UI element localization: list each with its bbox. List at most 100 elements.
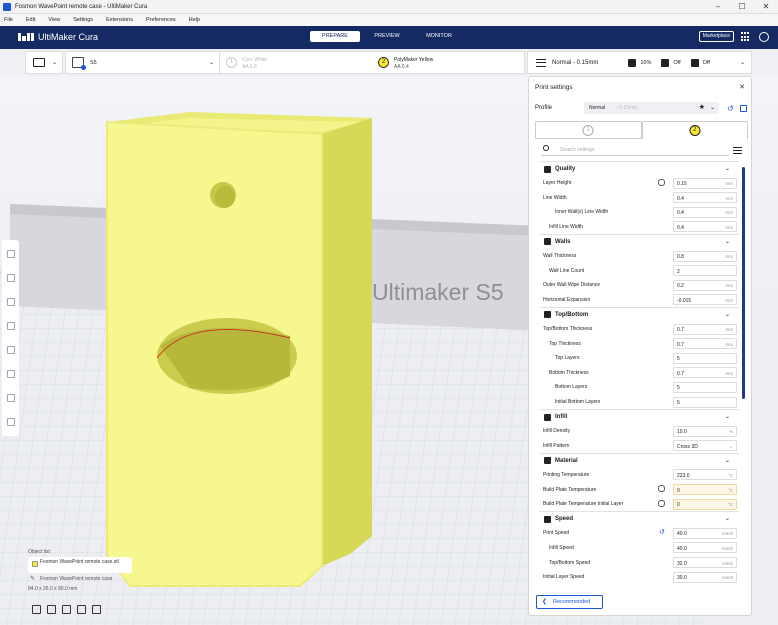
object-list-header[interactable]: Object list bbox=[28, 549, 132, 555]
setting-unit: mm/s bbox=[722, 531, 733, 537]
recommended-button[interactable]: Recommended bbox=[536, 595, 603, 609]
setting-field[interactable]: 0.8 mm bbox=[673, 250, 737, 262]
extruder-2[interactable]: 2 PolyMaker Yellow AA 0.4 bbox=[372, 52, 524, 73]
category-top-bottom[interactable]: Top/Bottom ⌄ bbox=[539, 306, 739, 322]
printer-icon bbox=[72, 57, 86, 70]
print-settings-toggle[interactable]: Normal - 0.15mm 10% Off Off ⌄ bbox=[527, 51, 752, 74]
setting-label: Build Plate Temperature bbox=[543, 486, 597, 493]
setting-row: Infill Pattern Cross 3D ⌄ bbox=[539, 438, 739, 453]
setting-value: 0.15 bbox=[677, 181, 687, 188]
setting-row: Top Thickness 0.7 mm bbox=[539, 336, 739, 351]
printer-selector[interactable]: S5 ⌄ bbox=[65, 51, 220, 74]
setting-field[interactable]: 5 bbox=[673, 396, 737, 408]
close-icon[interactable]: ✕ bbox=[754, 0, 778, 14]
setting-field[interactable]: 0.4 mm bbox=[673, 206, 737, 218]
category-infill[interactable]: Infill ⌄ bbox=[539, 409, 739, 424]
adhesion-icon bbox=[690, 58, 699, 67]
tab-preview[interactable]: PREVIEW bbox=[362, 31, 412, 42]
setting-unit: mm bbox=[725, 283, 734, 289]
setting-row: Bottom Thickness 0.7 mm bbox=[539, 365, 739, 380]
move-tool-icon[interactable] bbox=[2, 242, 19, 266]
setting-field[interactable]: 0.2 mm bbox=[673, 279, 737, 291]
setting-field[interactable]: Cross 3D ⌄ bbox=[673, 440, 737, 452]
top-bottom-icon bbox=[544, 311, 551, 319]
setting-field[interactable]: 5 bbox=[673, 352, 737, 364]
menu-extensions[interactable]: Extensions bbox=[106, 17, 133, 23]
object-list-item[interactable]: Fosmon WavePoint remote case.stl bbox=[28, 557, 132, 573]
apps-grid-icon[interactable] bbox=[741, 32, 751, 42]
setting-label: Bottom Thickness bbox=[549, 369, 589, 376]
category-walls[interactable]: Walls ⌄ bbox=[539, 233, 739, 249]
setting-field[interactable]: 40.0 mm/s bbox=[673, 542, 737, 554]
setting-field[interactable]: 0.7 mm bbox=[673, 367, 737, 379]
setting-field[interactable]: 0.4 mm bbox=[673, 192, 737, 204]
category-speed[interactable]: Speed ⌄ bbox=[539, 511, 739, 526]
seam-tool-icon[interactable] bbox=[2, 410, 19, 434]
setting-field[interactable]: 223.0 °C bbox=[673, 469, 737, 481]
settings-menu-icon[interactable] bbox=[733, 147, 742, 154]
setting-field[interactable]: 0.7 mm bbox=[673, 323, 737, 335]
setting-value: 0 bbox=[677, 487, 680, 494]
setting-field[interactable]: 32.0 mm/s bbox=[673, 557, 737, 569]
setting-field[interactable]: 0 °C bbox=[673, 498, 737, 510]
setting-field[interactable]: 0 °C bbox=[673, 484, 737, 496]
front-view-icon[interactable] bbox=[47, 605, 56, 614]
setting-field[interactable]: 40.0 mm/s bbox=[673, 527, 737, 539]
project-name[interactable]: Fosmon WavePoint remote case bbox=[28, 575, 132, 582]
setting-value: 32.0 bbox=[677, 560, 687, 567]
setting-field[interactable]: 30.0 mm/s bbox=[673, 571, 737, 583]
menu-view[interactable]: View bbox=[48, 17, 60, 23]
setting-field[interactable]: 0.15 mm bbox=[673, 177, 737, 189]
per-model-settings-icon[interactable] bbox=[2, 338, 19, 362]
reset-icon[interactable]: ↺ bbox=[659, 528, 665, 536]
maximize-icon[interactable]: ☐ bbox=[730, 0, 754, 14]
rotate-tool-icon[interactable] bbox=[2, 290, 19, 314]
category-material[interactable]: Material ⌄ bbox=[539, 452, 739, 468]
right-view-icon[interactable] bbox=[92, 605, 101, 614]
setting-field[interactable]: 5 bbox=[673, 381, 737, 393]
extruder-selector[interactable]: 1 Core White AA 0.8 2 PolyMaker Yellow A… bbox=[220, 51, 525, 74]
profile-dropdown[interactable]: Normal - 0.15mm ★ ⌄ bbox=[584, 102, 719, 114]
menu-edit[interactable]: Edit bbox=[26, 17, 35, 23]
account-icon[interactable] bbox=[759, 32, 769, 42]
reset-profile-icon[interactable]: ↺ bbox=[727, 104, 734, 113]
setting-label: Layer Height bbox=[543, 180, 572, 187]
menu-help[interactable]: Help bbox=[189, 17, 200, 23]
menu-preferences[interactable]: Preferences bbox=[146, 17, 176, 23]
setting-field[interactable]: -0.015 mm bbox=[673, 294, 737, 306]
settings-scrollbar[interactable] bbox=[742, 167, 745, 399]
extruder-tab-2[interactable]: 2 bbox=[641, 121, 748, 139]
search-settings-input[interactable]: Search settings bbox=[541, 144, 729, 156]
setting-field[interactable]: 10.0% bbox=[673, 425, 737, 437]
profile-name: Normal bbox=[589, 105, 606, 111]
yellow-case-model[interactable] bbox=[106, 112, 372, 587]
marketplace-button[interactable]: Marketplace bbox=[698, 31, 734, 42]
extruder-1[interactable]: 1 Core White AA 0.8 bbox=[220, 52, 372, 73]
menu-settings[interactable]: Settings bbox=[73, 17, 93, 23]
setting-row: Initial Layer Speed 30.0 mm/s bbox=[539, 570, 739, 583]
paint-tool-icon[interactable] bbox=[2, 386, 19, 410]
top-view-icon[interactable] bbox=[62, 605, 71, 614]
setting-unit: mm bbox=[725, 181, 734, 187]
tab-prepare[interactable]: PREPARE bbox=[310, 31, 360, 42]
extruder-2-nozzle: AA 0.4 bbox=[394, 64, 409, 70]
setting-field[interactable]: 2 bbox=[673, 265, 737, 277]
open-file-button[interactable]: ⌄ bbox=[25, 51, 63, 74]
mirror-tool-icon[interactable] bbox=[2, 314, 19, 338]
setting-field[interactable]: 0.4 mm bbox=[673, 221, 737, 233]
menu-file[interactable]: File bbox=[4, 17, 13, 23]
tab-monitor[interactable]: MONITOR bbox=[414, 31, 464, 42]
close-icon[interactable]: ✕ bbox=[739, 83, 745, 91]
star-icon[interactable]: ★ bbox=[699, 103, 705, 111]
category-quality[interactable]: Quality ⌄ bbox=[539, 161, 739, 176]
scale-tool-icon[interactable] bbox=[2, 266, 19, 290]
support-blocker-icon[interactable] bbox=[2, 362, 19, 386]
3d-view-icon[interactable] bbox=[32, 605, 41, 614]
minimize-icon[interactable]: – bbox=[706, 0, 730, 14]
chevron-down-icon: ⌄ bbox=[724, 311, 730, 318]
save-profile-icon[interactable] bbox=[740, 105, 747, 112]
extruder-tab-1[interactable]: 1 bbox=[535, 121, 642, 139]
setting-field[interactable]: 0.7 mm bbox=[673, 338, 737, 350]
left-view-icon[interactable] bbox=[77, 605, 86, 614]
setting-unit: mm/s bbox=[722, 560, 733, 566]
